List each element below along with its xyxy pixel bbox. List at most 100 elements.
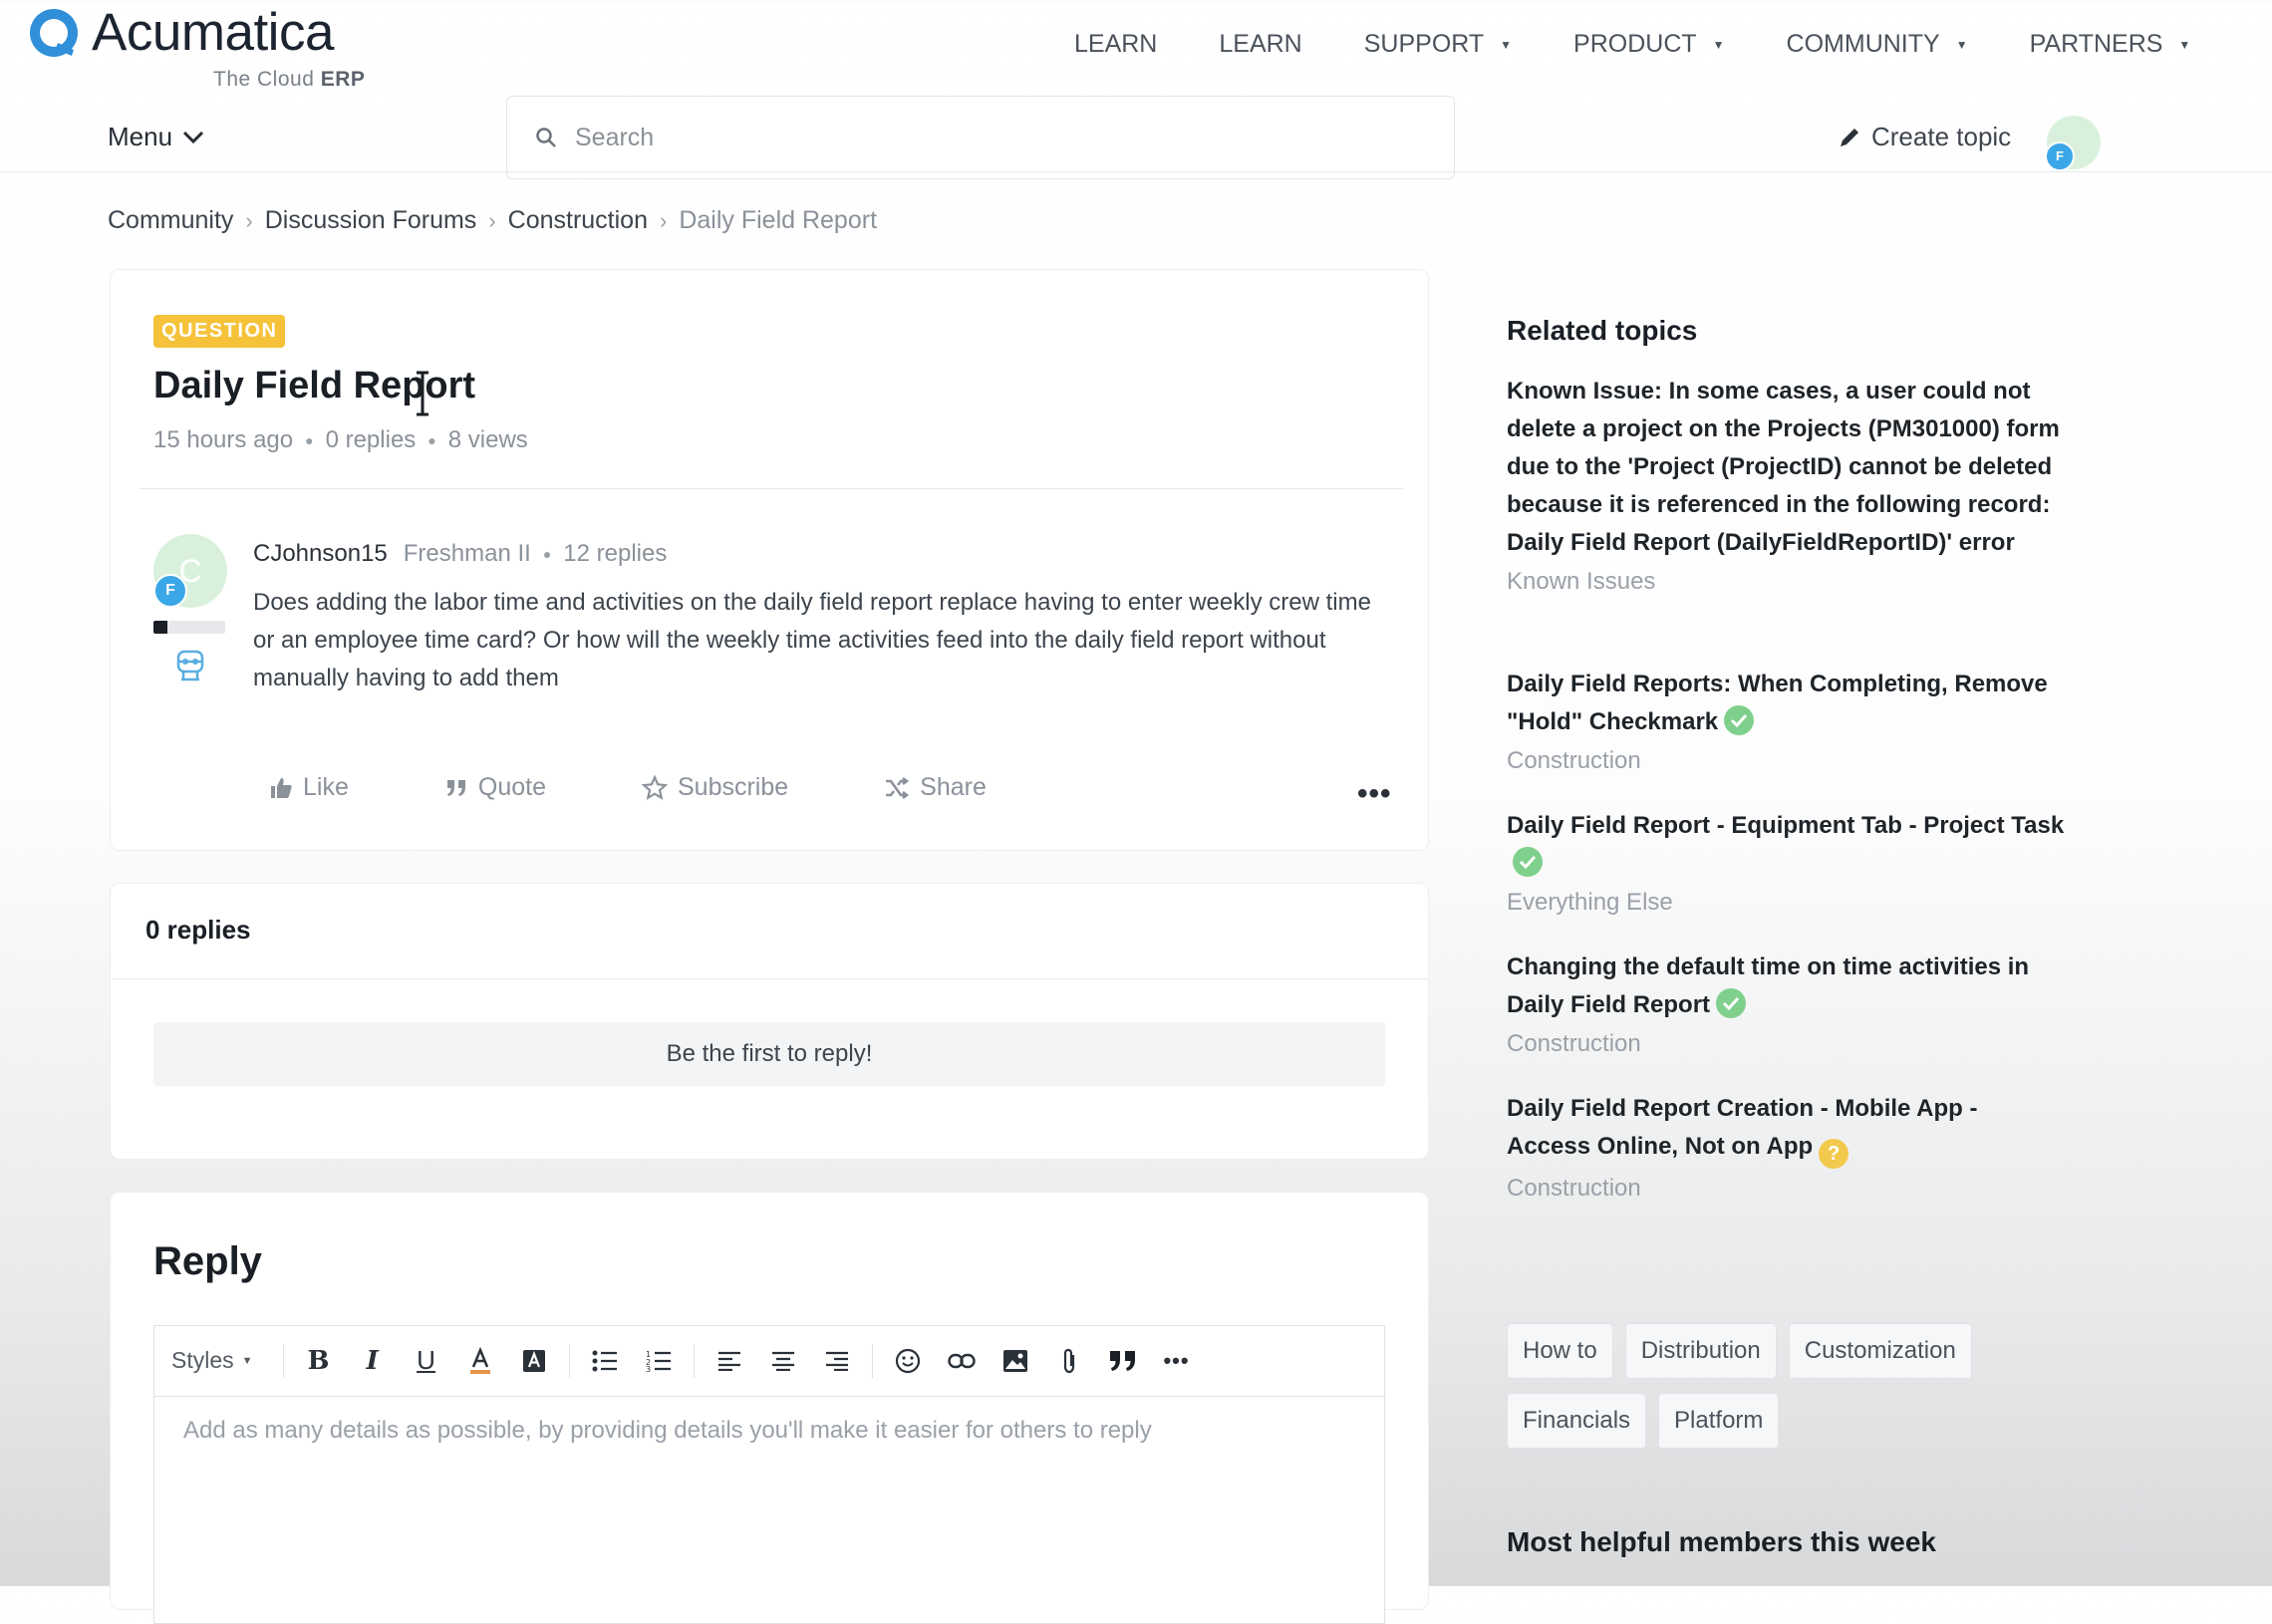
author-level-badge: F — [153, 574, 187, 608]
create-topic-button[interactable]: Create topic — [1838, 122, 2011, 152]
post-meta: 15 hours ago ● 0 replies ● 8 views — [153, 426, 528, 454]
text-cursor-icon — [417, 371, 428, 416]
align-left-icon — [717, 1351, 740, 1371]
attachment-button[interactable] — [1042, 1334, 1096, 1388]
related-topic-category[interactable]: Construction — [1507, 747, 2065, 775]
related-topic-title-wrap[interactable]: Daily Field Reports: When Completing, Re… — [1507, 666, 2065, 741]
question-mark-icon: ? — [1819, 1139, 1849, 1169]
caret-down-icon: ▼ — [241, 1354, 253, 1367]
bullet-list-button[interactable] — [578, 1334, 632, 1388]
underline-button[interactable]: U — [400, 1334, 453, 1388]
related-topic-title-wrap[interactable]: Daily Field Report Creation - Mobile App… — [1507, 1090, 2065, 1169]
related-topic-category[interactable]: Construction — [1507, 1175, 2065, 1203]
topnav-item-partners[interactable]: PARTNERS ▼ — [2030, 30, 2191, 59]
related-topic-title-wrap[interactable]: Daily Field Report - Equipment Tab - Pro… — [1507, 807, 2065, 883]
breadcrumb-community[interactable]: Community — [108, 206, 233, 235]
related-topics-heading: Related topics — [1507, 315, 1698, 346]
tagline-bold: ERP — [320, 68, 366, 91]
related-topic-category[interactable]: Everything Else — [1507, 889, 2065, 917]
search-box[interactable] — [506, 96, 1455, 179]
related-topic[interactable]: Daily Field Report - Equipment Tab - Pro… — [1507, 807, 2065, 917]
related-topic[interactable]: Daily Field Report Creation - Mobile App… — [1507, 1090, 2065, 1203]
tag-platform[interactable]: Platform — [1658, 1393, 1780, 1449]
styles-dropdown[interactable]: Styles ▼ — [171, 1347, 253, 1374]
chevron-right-icon: › — [488, 207, 496, 233]
toolbar-separator — [693, 1343, 695, 1378]
align-right-button[interactable] — [810, 1334, 864, 1388]
tag-customization[interactable]: Customization — [1788, 1323, 1972, 1379]
caret-down-icon: ▼ — [2178, 37, 2191, 52]
breadcrumb: Community › Discussion Forums › Construc… — [108, 206, 877, 235]
image-button[interactable] — [989, 1334, 1042, 1388]
toolbar-separator — [871, 1343, 873, 1378]
subscribe-button[interactable]: Subscribe — [641, 773, 789, 802]
tag-financials[interactable]: Financials — [1507, 1393, 1647, 1449]
related-topic[interactable]: Daily Field Reports: When Completing, Re… — [1507, 666, 2065, 775]
topnav-item-learn[interactable]: LEARN — [1219, 30, 1301, 59]
acumatica-logo-icon[interactable] — [28, 8, 80, 58]
topnav-item-learn[interactable]: LEARN — [1074, 30, 1157, 59]
related-topic-category[interactable]: Construction — [1507, 1030, 2065, 1058]
topnav-label: PRODUCT — [1573, 30, 1697, 58]
topnav-item-support[interactable]: SUPPORT ▼ — [1364, 30, 1512, 59]
related-topic-title: Daily Field Reports: When Completing, Re… — [1507, 671, 2048, 735]
toolbar-separator — [282, 1343, 284, 1378]
tag-distribution[interactable]: Distribution — [1624, 1323, 1777, 1379]
search-input[interactable] — [573, 122, 1394, 153]
related-topic[interactable]: Known Issue: In some cases, a user could… — [1507, 373, 2065, 596]
more-dots-icon: ••• — [1163, 1347, 1190, 1373]
user-avatar[interactable]: F — [2045, 116, 2101, 171]
post-body: Does adding the labor time and activitie… — [253, 589, 1371, 691]
highlight-button[interactable] — [507, 1334, 561, 1388]
quote-button[interactable]: Quote — [444, 773, 546, 802]
like-button[interactable]: Like — [269, 773, 349, 802]
blockquote-icon — [1109, 1350, 1135, 1371]
author-avatar[interactable]: C F — [153, 534, 227, 608]
solved-check-icon — [1716, 988, 1747, 1018]
author-info: CJohnson15 Freshman II ● 12 replies — [253, 540, 667, 568]
italic-icon: I — [366, 1345, 379, 1376]
like-label: Like — [303, 773, 349, 801]
create-topic-label: Create topic — [1871, 122, 2012, 151]
breadcrumb-discussion-forums[interactable]: Discussion Forums — [265, 206, 477, 235]
related-topic-title-wrap[interactable]: Changing the default time on time activi… — [1507, 948, 2065, 1024]
most-helpful-heading: Most helpful members this week — [1507, 1526, 1936, 1557]
topnav-item-product[interactable]: PRODUCT ▼ — [1573, 30, 1725, 59]
author-rank: Freshman II — [403, 540, 531, 567]
image-icon — [1002, 1349, 1027, 1372]
more-tools-button[interactable]: ••• — [1150, 1334, 1204, 1388]
align-center-button[interactable] — [756, 1334, 810, 1388]
author-rank-progress — [153, 621, 225, 634]
related-topic-title[interactable]: Known Issue: In some cases, a user could… — [1507, 373, 2065, 562]
share-button[interactable]: Share — [884, 773, 987, 802]
author-name[interactable]: CJohnson15 — [253, 540, 388, 568]
bold-button[interactable]: B — [292, 1334, 346, 1388]
bold-icon: B — [307, 1345, 330, 1376]
separator-dot: ● — [427, 432, 436, 448]
topnav-item-community[interactable]: COMMUNITY ▼ — [1787, 30, 1968, 59]
related-topic[interactable]: Changing the default time on time activi… — [1507, 948, 2065, 1058]
emoji-icon — [895, 1348, 920, 1373]
related-topic-title: Changing the default time on time activi… — [1507, 953, 2030, 1018]
numbered-list-button[interactable]: 123 — [632, 1334, 686, 1388]
blockquote-button[interactable] — [1096, 1334, 1150, 1388]
chevron-right-icon: › — [245, 207, 253, 233]
header-divider — [0, 171, 2272, 172]
shuffle-share-icon — [886, 776, 910, 799]
brand-name[interactable]: Acumatica — [92, 2, 334, 63]
menu-button[interactable]: Menu — [108, 122, 204, 152]
tag-list: How to Distribution Customization Financ… — [1507, 1323, 2065, 1463]
italic-button[interactable]: I — [346, 1334, 400, 1388]
align-left-button[interactable] — [703, 1334, 756, 1388]
tag-how-to[interactable]: How to — [1507, 1323, 1613, 1379]
subscribe-label: Subscribe — [677, 773, 789, 801]
more-options-icon[interactable]: ••• — [1357, 777, 1392, 811]
align-right-icon — [825, 1351, 848, 1371]
pencil-icon — [1841, 128, 1858, 146]
emoji-button[interactable] — [881, 1334, 935, 1388]
breadcrumb-construction[interactable]: Construction — [508, 206, 648, 235]
replies-count-heading: 0 replies — [145, 915, 251, 945]
text-color-button[interactable] — [453, 1334, 507, 1388]
link-button[interactable] — [935, 1334, 989, 1388]
related-topic-category[interactable]: Known Issues — [1507, 568, 2065, 596]
